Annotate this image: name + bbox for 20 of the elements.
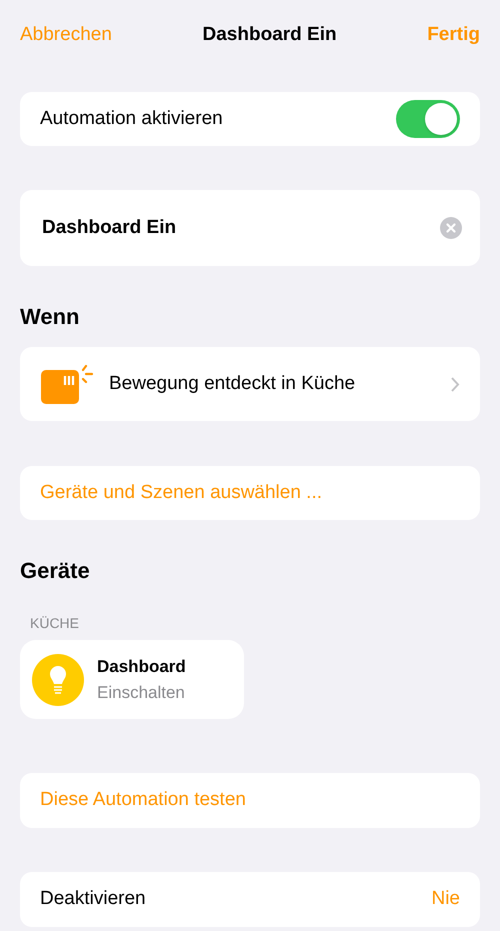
toggle-label: Automation aktivieren	[40, 106, 223, 131]
motion-sensor-icon	[40, 364, 96, 404]
section-heading: Geräte	[20, 557, 91, 585]
lightbulb-icon	[32, 654, 84, 706]
trigger-label: Bewegung entdeckt in Küche	[109, 372, 356, 396]
toggle-switch[interactable]	[396, 100, 460, 138]
room-label: KÜCHE	[30, 614, 80, 633]
name-field[interactable]: Dashboard Ein	[20, 190, 480, 266]
deactivate-value: Nie	[431, 887, 460, 912]
screen-title: Dashboard Ein	[202, 22, 337, 47]
deactivate-row[interactable]: Deaktivieren Nie	[20, 872, 480, 927]
name-input[interactable]: Dashboard Ein	[42, 214, 440, 242]
chevron-icon	[451, 376, 460, 392]
section-heading: Wenn	[20, 303, 80, 331]
deactivate-label: Deaktivieren	[40, 887, 146, 912]
trigger-row[interactable]: Bewegung entdeckt in Küche	[20, 347, 480, 421]
device-name: Dashboard	[97, 656, 186, 678]
device-action: Einschalten	[97, 682, 186, 704]
device-tile[interactable]: Dashboard Einschalten	[20, 640, 244, 719]
clear-icon[interactable]	[440, 217, 462, 239]
